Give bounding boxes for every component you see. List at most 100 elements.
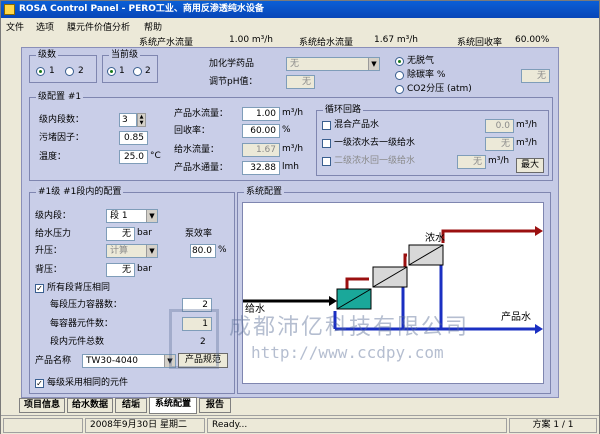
flux-input[interactable]: 32.88 <box>242 161 280 175</box>
stages-radio-2-label: 2 <box>78 66 84 76</box>
tab-system-config[interactable]: 系统配置 <box>149 397 197 414</box>
mix-product-checkbox[interactable] <box>322 121 331 130</box>
product-name-select[interactable]: TW30-4040 ▼ <box>82 354 176 368</box>
mix-product-label: 混合产品水 <box>334 120 380 130</box>
segments-input[interactable]: 3 <box>119 113 137 127</box>
menu-bar: 文件 选项 膜元件价值分析 帮助 <box>1 18 599 33</box>
second-stage-recycle-label: 二级浓水回一级给水 <box>334 156 416 166</box>
same-back-pressure-label: 所有段背压相同 <box>47 283 111 293</box>
feed-flow-input[interactable]: 1.67 <box>242 143 280 157</box>
recycle-title: 循环回路 <box>323 105 364 116</box>
current-stage-radio-1[interactable] <box>107 67 116 76</box>
concentrate-label: 浓水 <box>425 233 445 244</box>
fouling-label: 污堵因子： <box>39 133 85 143</box>
second-stage-recycle-unit: m³/h <box>488 156 510 166</box>
mix-product-unit: m³/h <box>516 120 538 130</box>
concentrate-outlet <box>441 229 535 243</box>
feed-flow-unit: m³/h <box>282 144 304 154</box>
feed-arrow-icon <box>329 296 337 306</box>
segments-label: 级内段数： <box>39 115 85 125</box>
product-spec-button[interactable]: 产品规范 <box>178 353 228 368</box>
concentrate-arrow-icon <box>535 226 543 236</box>
pump-efficiency-unit: % <box>218 245 227 255</box>
summary-feed-flow-value: 1.67 m³/h <box>374 35 419 45</box>
concentrate-recycle-checkbox[interactable] <box>322 139 331 148</box>
window-title: ROSA Control Panel - PERO工业、商用反渗透纯水设备 <box>19 4 264 14</box>
stage-config-group: 级配置 #1 级内段数： 3 ▲ ▼ 污堵因子： 0.85 温度： 25.0 °C… <box>29 92 553 181</box>
same-elements-checkbox[interactable]: ✓ <box>35 379 44 388</box>
feed-pressure-unit: bar <box>137 228 152 238</box>
second-stage-recycle-checkbox[interactable] <box>322 157 331 166</box>
tab-project-info[interactable]: 项目信息 <box>19 398 65 413</box>
second-stage-recycle-input[interactable]: 无 <box>457 155 486 169</box>
status-state: Ready... <box>207 418 507 433</box>
system-config-title: 系统配置 <box>244 187 285 198</box>
ph-input[interactable]: 无 <box>286 75 315 89</box>
menu-element-value-analysis[interactable]: 膜元件价值分析 <box>67 20 130 33</box>
flux-label: 产品水通量： <box>174 163 229 173</box>
concentrate-pipe-1 <box>345 277 369 289</box>
degas-removal-label: 除碳率 % <box>407 70 446 80</box>
recovery-input[interactable]: 60.00 <box>242 124 280 138</box>
degas-removal-input[interactable]: 无 <box>521 69 550 83</box>
same-back-pressure-checkbox[interactable]: ✓ <box>35 284 44 293</box>
segment-select-value: 段 1 <box>110 211 128 221</box>
mix-product-input[interactable]: 0.0 <box>485 119 514 133</box>
total-elements-value: 2 <box>200 337 206 347</box>
stages-radio-1[interactable] <box>36 67 45 76</box>
boost-select-value: 计算 <box>110 246 129 256</box>
segment-config-group: #1级 #1段内的配置 级内段： 段 1 ▼ 给水压力 无 bar 泵效率 升压… <box>29 187 235 394</box>
feed-label: 给水 <box>245 304 265 315</box>
tab-feed-data[interactable]: 给水数据 <box>67 398 113 413</box>
main-window: ROSA Control Panel - PERO工业、商用反渗透纯水设备 文件… <box>0 0 600 434</box>
product-name-label: 产品名称 <box>35 356 72 366</box>
feed-pressure-input[interactable]: 无 <box>106 227 135 241</box>
chem-label: 加化学药品 <box>209 59 255 69</box>
feed-flow-label: 给水流量： <box>174 145 220 155</box>
product-flow-unit: m³/h <box>282 108 304 118</box>
status-cell-empty <box>3 418 83 433</box>
tab-scaling[interactable]: 结垢 <box>115 398 147 413</box>
degas-removal-radio[interactable] <box>395 71 404 80</box>
back-pressure-label: 背压： <box>35 265 63 275</box>
concentrate-recycle-input[interactable]: 无 <box>485 137 514 151</box>
segments-spinner[interactable]: ▲ ▼ <box>137 113 146 127</box>
pump-efficiency-input[interactable]: 80.0 <box>190 244 216 258</box>
menu-file[interactable]: 文件 <box>6 20 24 33</box>
pump-efficiency-label: 泵效率 <box>185 229 213 239</box>
system-summary: 系统产水流量 1.00 m³/h 系统给水流量 1.67 m³/h 系统回收率 … <box>1 33 599 48</box>
tab-report[interactable]: 报告 <box>199 398 231 413</box>
temperature-unit: °C <box>150 151 161 161</box>
total-elements-label: 段内元件总数 <box>50 337 105 347</box>
degas-co2-radio[interactable] <box>395 85 404 94</box>
elements-input[interactable]: 1 <box>182 317 212 331</box>
stages-group: 级数 1 2 <box>29 50 97 83</box>
segment-select[interactable]: 段 1 ▼ <box>106 209 158 223</box>
permeate-label: 产品水 <box>501 312 531 323</box>
pressure-vessel-3 <box>408 244 444 266</box>
current-stage-radio-2[interactable] <box>133 67 142 76</box>
degas-co2-label: CO2分压 (atm) <box>407 84 472 94</box>
product-flow-input[interactable]: 1.00 <box>242 107 280 121</box>
chem-select[interactable]: 无 ▼ <box>286 57 380 71</box>
app-icon <box>4 4 15 15</box>
degas-none-radio[interactable] <box>395 57 404 66</box>
fouling-input[interactable]: 0.85 <box>119 131 148 145</box>
menu-options[interactable]: 选项 <box>36 20 54 33</box>
max-button[interactable]: 最大 <box>516 158 544 173</box>
chevron-down-icon: ▼ <box>146 210 157 222</box>
product-flow-label: 产品水流量： <box>174 109 229 119</box>
temperature-input[interactable]: 25.0 <box>119 150 148 164</box>
vessels-input[interactable]: 2 <box>182 298 212 312</box>
recovery-label: 回收率： <box>174 126 211 136</box>
stages-radio-2[interactable] <box>65 67 74 76</box>
boost-label: 升压： <box>35 246 63 256</box>
stage-config-title: 级配置 #1 <box>36 92 84 103</box>
summary-product-flow-value: 1.00 m³/h <box>229 35 274 45</box>
current-stage-radio-2-label: 2 <box>145 66 151 76</box>
boost-select[interactable]: 计算 ▼ <box>106 244 158 258</box>
back-pressure-input[interactable]: 无 <box>106 263 135 277</box>
vessels-label: 每段压力容器数： <box>50 300 123 310</box>
status-date: 2008年9月30日 星期二 <box>85 418 205 433</box>
menu-help[interactable]: 帮助 <box>144 20 162 33</box>
